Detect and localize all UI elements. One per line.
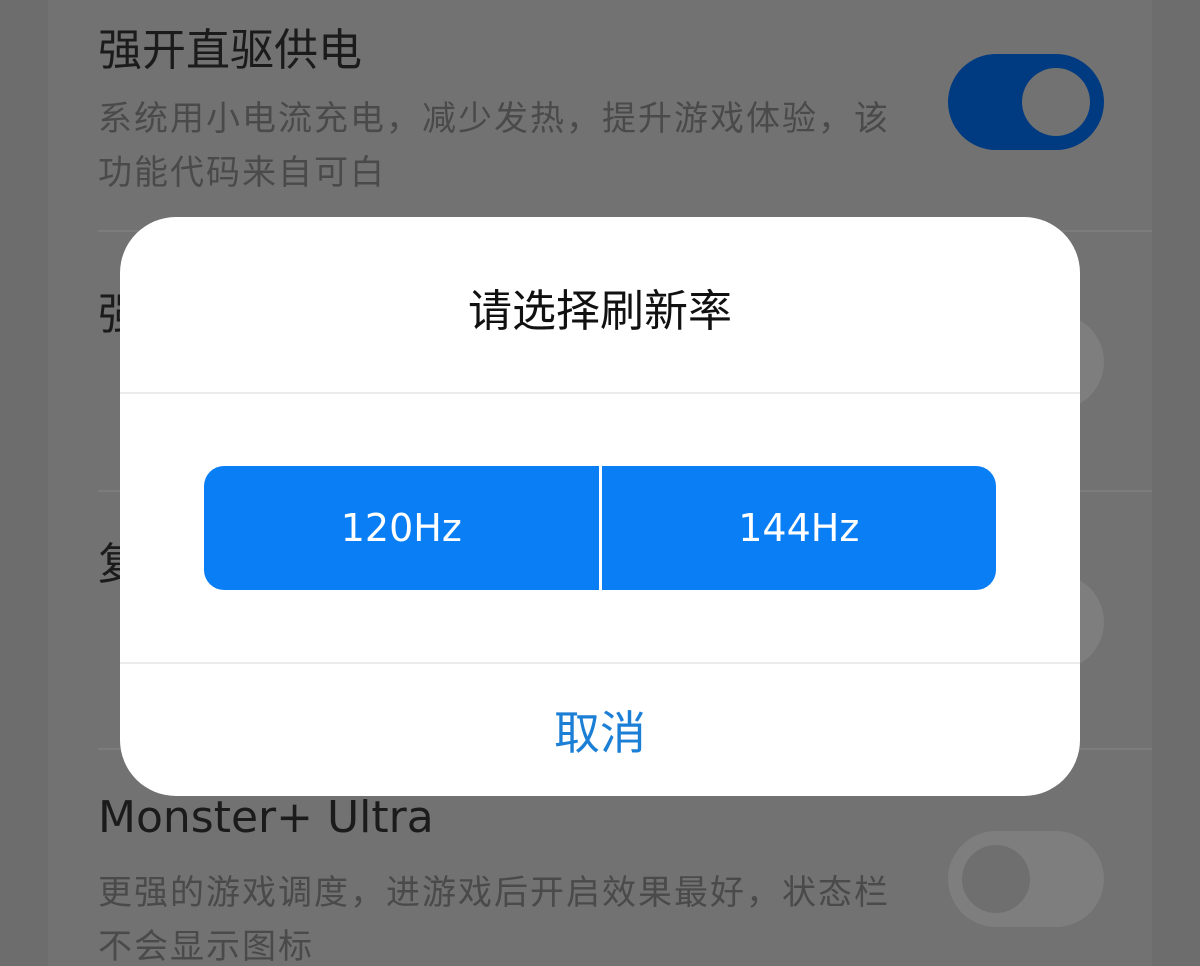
cancel-button[interactable]: 取消 [120,664,1080,796]
option-120hz-button[interactable]: 120Hz [204,466,599,590]
setting-description: 系统用小电流充电，减少发热，提升游戏体验，该功能代码来自可白 [98,99,890,193]
setting-title: 强开直驱供电 [98,25,362,76]
screen: 强开直驱供电 系统用小电流充电，减少发热，提升游戏体验，该功能代码来自可白 强 … [0,0,1200,966]
toggle-knob [962,845,1030,913]
toggle-knob [1022,68,1090,136]
refresh-rate-options: 120Hz 144Hz [204,466,996,590]
refresh-rate-dialog: 请选择刷新率 120Hz 144Hz 取消 [120,217,1080,796]
direct-power-toggle[interactable] [948,54,1104,150]
monster-ultra-toggle[interactable] [948,831,1104,927]
dialog-divider [120,392,1080,394]
setting-description: 更强的游戏调度，进游戏后开启效果最好，状态栏不会显示图标 [98,873,890,966]
option-144hz-button[interactable]: 144Hz [598,466,996,590]
dialog-title: 请选择刷新率 [468,286,732,337]
setting-title: Monster+ Ultra [98,792,434,843]
